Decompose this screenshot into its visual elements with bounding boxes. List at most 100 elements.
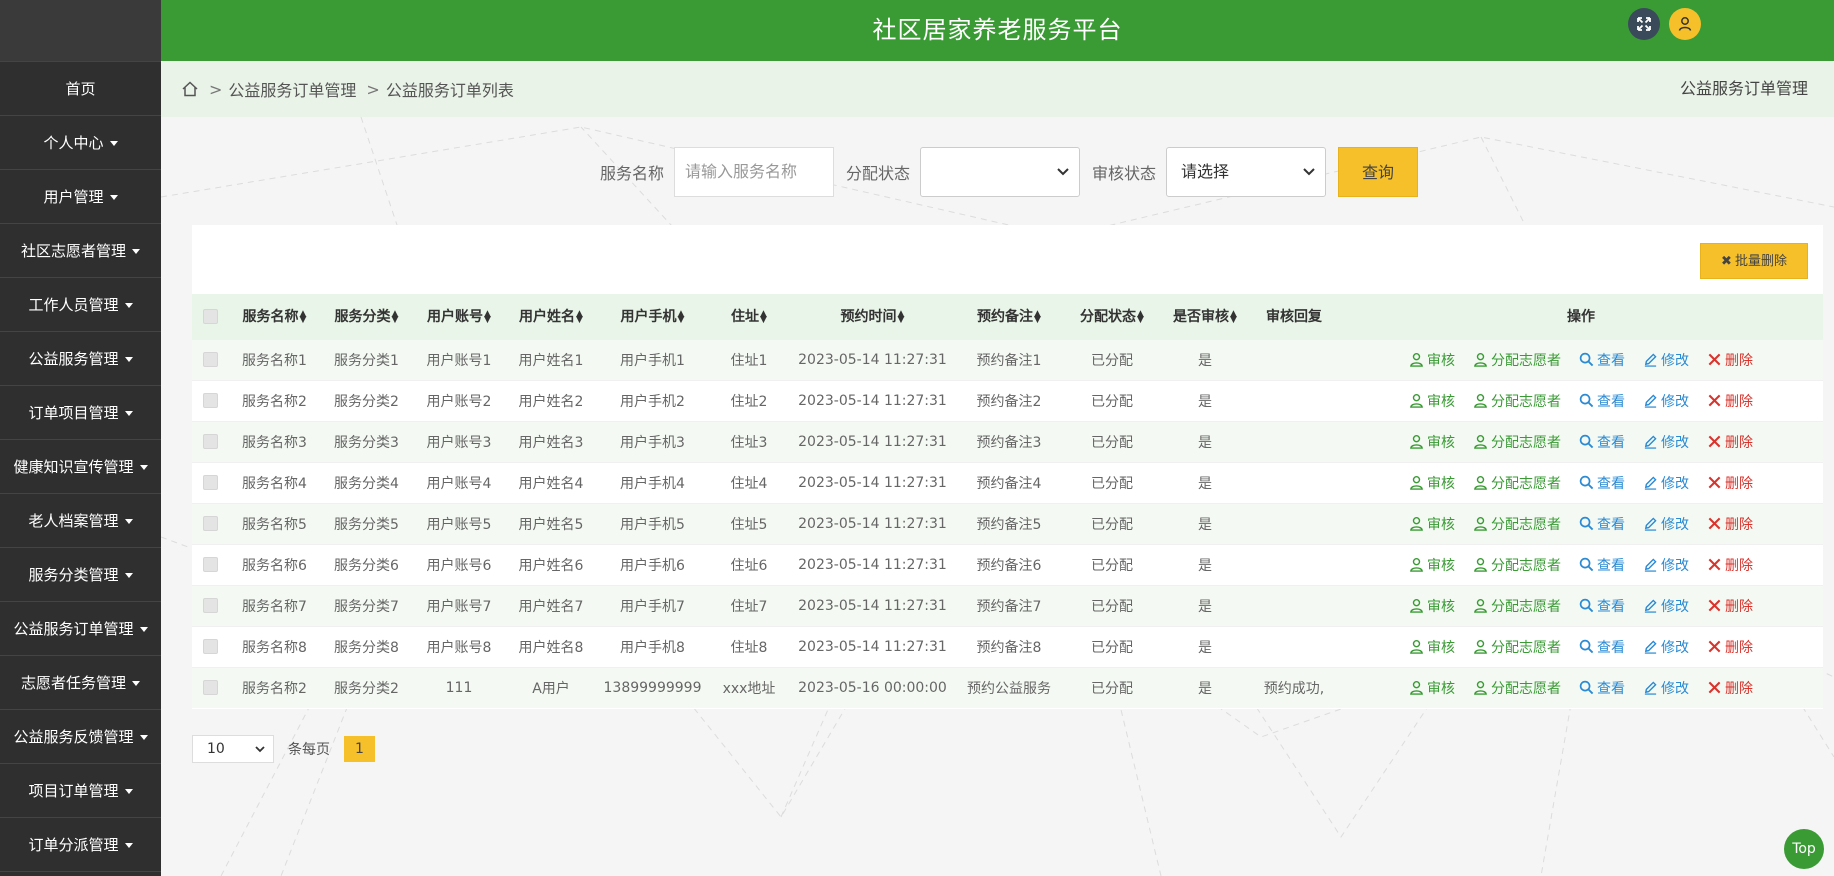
delete-button[interactable]: 删除 bbox=[1707, 555, 1753, 575]
row-checkbox[interactable] bbox=[203, 434, 218, 449]
assign-volunteer-button[interactable]: 分配志愿者 bbox=[1473, 637, 1561, 657]
fullscreen-button[interactable] bbox=[1628, 8, 1660, 40]
row-checkbox[interactable] bbox=[203, 516, 218, 531]
batch-delete-button[interactable]: ✖ 批量删除 bbox=[1700, 243, 1808, 279]
assign-volunteer-button[interactable]: 分配志愿者 bbox=[1473, 391, 1561, 411]
sidebar-item[interactable]: 首页 bbox=[0, 62, 161, 116]
view-button[interactable]: 查看 bbox=[1579, 596, 1625, 616]
sidebar-item[interactable]: 用户管理 bbox=[0, 170, 161, 224]
sidebar-item[interactable]: 健康知识宣传管理 bbox=[0, 440, 161, 494]
review-button[interactable]: 审核 bbox=[1409, 555, 1455, 575]
delete-button[interactable]: 删除 bbox=[1707, 473, 1753, 493]
row-checkbox[interactable] bbox=[203, 393, 218, 408]
column-header[interactable]: 用户姓名▲ ▼ bbox=[505, 294, 597, 339]
sidebar-item[interactable]: 订单项目管理 bbox=[0, 386, 161, 440]
edit-button[interactable]: 修改 bbox=[1643, 391, 1689, 411]
sidebar-item[interactable]: 个人中心 bbox=[0, 116, 161, 170]
row-checkbox[interactable] bbox=[203, 557, 218, 572]
service-name-input[interactable]: 请输入服务名称 bbox=[674, 147, 835, 197]
back-to-top-button[interactable]: Top bbox=[1784, 829, 1824, 869]
assign-volunteer-button[interactable]: 分配志愿者 bbox=[1473, 473, 1561, 493]
assign-volunteer-button[interactable]: 分配志愿者 bbox=[1473, 555, 1561, 575]
breadcrumb-item-order-manage[interactable]: 公益服务订单管理 bbox=[228, 77, 356, 101]
edit-button[interactable]: 修改 bbox=[1643, 596, 1689, 616]
sort-icon[interactable]: ▲ ▼ bbox=[1230, 310, 1237, 325]
select-all-checkbox[interactable] bbox=[203, 308, 218, 324]
page-button-current[interactable]: 1 bbox=[344, 736, 375, 762]
delete-button[interactable]: 删除 bbox=[1707, 514, 1753, 534]
view-button[interactable]: 查看 bbox=[1579, 473, 1625, 493]
view-button[interactable]: 查看 bbox=[1579, 555, 1625, 575]
sort-icon[interactable]: ▲ ▼ bbox=[760, 310, 767, 325]
sort-icon[interactable]: ▲ ▼ bbox=[484, 310, 491, 325]
sidebar-item[interactable]: 公益服务管理 bbox=[0, 332, 161, 386]
view-button[interactable]: 查看 bbox=[1579, 391, 1625, 411]
column-header[interactable]: 分配状态▲ ▼ bbox=[1063, 294, 1161, 339]
assign-status-select[interactable] bbox=[920, 147, 1081, 197]
edit-button[interactable]: 修改 bbox=[1643, 350, 1689, 370]
row-checkbox[interactable] bbox=[203, 598, 218, 613]
sidebar-item[interactable]: 志愿者任务管理 bbox=[0, 656, 161, 710]
review-button[interactable]: 审核 bbox=[1409, 637, 1455, 657]
sidebar-item[interactable]: 项目订单管理 bbox=[0, 764, 161, 818]
sort-icon[interactable]: ▲ ▼ bbox=[300, 310, 307, 325]
sidebar-item[interactable]: 订单分派管理 bbox=[0, 818, 161, 872]
query-button[interactable]: 查询 bbox=[1338, 147, 1419, 197]
sidebar-item[interactable]: 老人档案管理 bbox=[0, 494, 161, 548]
row-checkbox[interactable] bbox=[203, 352, 218, 367]
sort-icon[interactable]: ▲ ▼ bbox=[678, 310, 685, 325]
delete-button[interactable]: 删除 bbox=[1707, 596, 1753, 616]
review-button[interactable]: 审核 bbox=[1409, 596, 1455, 616]
view-button[interactable]: 查看 bbox=[1579, 678, 1625, 698]
view-button[interactable]: 查看 bbox=[1579, 350, 1625, 370]
row-checkbox[interactable] bbox=[203, 475, 218, 490]
sidebar-item[interactable]: 公益服务反馈管理 bbox=[0, 710, 161, 764]
review-button[interactable]: 审核 bbox=[1409, 350, 1455, 370]
view-button[interactable]: 查看 bbox=[1579, 637, 1625, 657]
delete-button[interactable]: 删除 bbox=[1707, 678, 1753, 698]
column-header[interactable]: 服务名称▲ ▼ bbox=[229, 294, 320, 339]
review-button[interactable]: 审核 bbox=[1409, 678, 1455, 698]
review-button[interactable]: 审核 bbox=[1409, 514, 1455, 534]
edit-button[interactable]: 修改 bbox=[1643, 637, 1689, 657]
delete-button[interactable]: 删除 bbox=[1707, 432, 1753, 452]
column-header[interactable]: 是否审核▲ ▼ bbox=[1161, 294, 1249, 339]
sort-icon[interactable]: ▲ ▼ bbox=[1137, 310, 1144, 325]
column-header[interactable]: 预约备注▲ ▼ bbox=[955, 294, 1063, 339]
review-status-select[interactable]: 请选择 bbox=[1166, 147, 1327, 197]
delete-button[interactable]: 删除 bbox=[1707, 350, 1753, 370]
column-header[interactable]: 用户手机▲ ▼ bbox=[597, 294, 708, 339]
sort-icon[interactable]: ▲ ▼ bbox=[1034, 310, 1041, 325]
page-size-select[interactable]: 10 bbox=[192, 735, 274, 763]
assign-volunteer-button[interactable]: 分配志愿者 bbox=[1473, 596, 1561, 616]
sort-icon[interactable]: ▲ ▼ bbox=[576, 310, 583, 325]
review-button[interactable]: 审核 bbox=[1409, 473, 1455, 493]
edit-button[interactable]: 修改 bbox=[1643, 473, 1689, 493]
column-header[interactable]: 住址▲ ▼ bbox=[708, 294, 790, 339]
assign-volunteer-button[interactable]: 分配志愿者 bbox=[1473, 350, 1561, 370]
sidebar-item[interactable]: 社区志愿者管理 bbox=[0, 224, 161, 278]
user-menu-button[interactable] bbox=[1669, 8, 1701, 40]
view-button[interactable]: 查看 bbox=[1579, 514, 1625, 534]
sort-icon[interactable]: ▲ ▼ bbox=[898, 310, 905, 325]
edit-button[interactable]: 修改 bbox=[1643, 432, 1689, 452]
sort-icon[interactable]: ▲ ▼ bbox=[392, 310, 399, 325]
row-checkbox[interactable] bbox=[203, 680, 218, 696]
sidebar-item[interactable]: 服务分类管理 bbox=[0, 548, 161, 602]
edit-button[interactable]: 修改 bbox=[1643, 678, 1689, 698]
assign-volunteer-button[interactable]: 分配志愿者 bbox=[1473, 678, 1561, 698]
assign-volunteer-button[interactable]: 分配志愿者 bbox=[1473, 432, 1561, 452]
column-header[interactable]: 用户账号▲ ▼ bbox=[413, 294, 505, 339]
home-icon[interactable] bbox=[181, 80, 199, 98]
view-button[interactable]: 查看 bbox=[1579, 432, 1625, 452]
edit-button[interactable]: 修改 bbox=[1643, 514, 1689, 534]
review-button[interactable]: 审核 bbox=[1409, 432, 1455, 452]
delete-button[interactable]: 删除 bbox=[1707, 637, 1753, 657]
column-header[interactable]: 预约时间▲ ▼ bbox=[790, 294, 955, 339]
edit-button[interactable]: 修改 bbox=[1643, 555, 1689, 575]
row-checkbox[interactable] bbox=[203, 639, 218, 654]
assign-volunteer-button[interactable]: 分配志愿者 bbox=[1473, 514, 1561, 534]
review-button[interactable]: 审核 bbox=[1409, 391, 1455, 411]
sidebar-item[interactable]: 工作人员管理 bbox=[0, 278, 161, 332]
sidebar-item[interactable]: 公益服务订单管理 bbox=[0, 602, 161, 656]
